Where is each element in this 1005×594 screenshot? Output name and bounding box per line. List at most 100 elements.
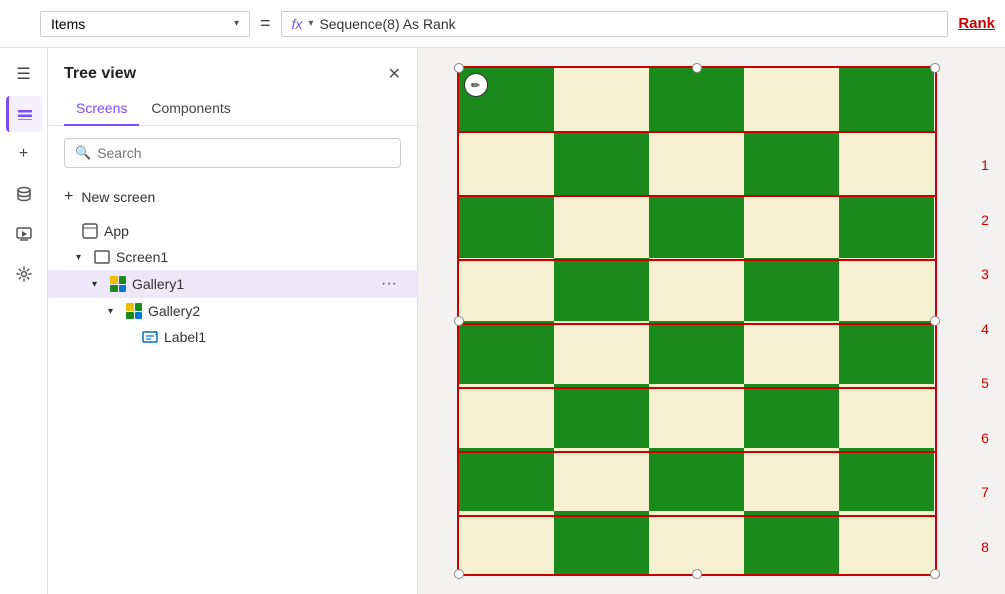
data-button[interactable] xyxy=(6,176,42,212)
cell-r8c1 xyxy=(459,511,554,574)
app-icon xyxy=(82,223,98,239)
tree-item-screen1[interactable]: ▾ Screen1 xyxy=(48,244,417,270)
handle-bottom-right[interactable] xyxy=(930,569,940,579)
cell-r4c3 xyxy=(649,258,744,321)
cell-r3c4 xyxy=(744,195,839,258)
row-divider-3 xyxy=(459,259,935,261)
media-button[interactable] xyxy=(6,216,42,252)
close-button[interactable]: ✕ xyxy=(388,64,401,84)
new-screen-button[interactable]: + New screen xyxy=(48,180,417,214)
cell-r5c4 xyxy=(744,321,839,384)
handle-bottom-center[interactable] xyxy=(692,569,702,579)
checker-board[interactable]: ✏ xyxy=(457,66,937,576)
cell-r6c3 xyxy=(649,384,744,447)
cell-r3c1 xyxy=(459,195,554,258)
handle-top-center[interactable] xyxy=(692,63,702,73)
row-divider-1 xyxy=(459,131,935,133)
cell-r6c1 xyxy=(459,384,554,447)
cell-r3c5 xyxy=(839,195,934,258)
handle-top-left[interactable] xyxy=(454,63,464,73)
add-button[interactable]: + xyxy=(6,136,42,172)
screen-icon xyxy=(94,250,110,264)
cell-r7c3 xyxy=(649,448,744,511)
cell-r5c3 xyxy=(649,321,744,384)
rank-6: 6 xyxy=(981,430,989,446)
cell-r2c1 xyxy=(459,131,554,194)
menu-button[interactable]: ☰ xyxy=(6,56,42,92)
new-screen-label: New screen xyxy=(81,189,155,205)
row-divider-7 xyxy=(459,515,935,517)
layers-button[interactable] xyxy=(6,96,42,132)
tree-item-app[interactable]: App xyxy=(48,218,417,244)
cell-r1c5 xyxy=(839,68,934,131)
row-divider-2 xyxy=(459,195,935,197)
checker-grid xyxy=(459,68,935,574)
cell-r1c2 xyxy=(554,68,649,131)
cell-r8c3 xyxy=(649,511,744,574)
cell-r1c4 xyxy=(744,68,839,131)
row-divider-5 xyxy=(459,387,935,389)
search-box[interactable]: 🔍 xyxy=(64,138,401,168)
edit-icon[interactable]: ✏ xyxy=(464,73,488,97)
rank-4: 4 xyxy=(981,321,989,337)
gallery1-icon xyxy=(110,276,126,292)
rank-8: 8 xyxy=(981,539,989,555)
top-bar: Items ▾ = fx ▾ Sequence(8) As Rank Rank xyxy=(0,0,1005,48)
tree-header: Tree view ✕ xyxy=(48,48,417,92)
gallery1-more-button[interactable]: ··· xyxy=(377,275,401,293)
cell-r2c5 xyxy=(839,131,934,194)
cell-r3c3 xyxy=(649,195,744,258)
cell-r7c4 xyxy=(744,448,839,511)
search-input[interactable] xyxy=(97,145,390,161)
tab-screens[interactable]: Screens xyxy=(64,92,139,126)
rank-7: 7 xyxy=(981,484,989,500)
cell-r1c3 xyxy=(649,68,744,131)
cell-r6c5 xyxy=(839,384,934,447)
handle-bottom-left[interactable] xyxy=(454,569,464,579)
cell-r8c4 xyxy=(744,511,839,574)
chevron-down-icon: ▾ xyxy=(234,18,239,29)
cell-r8c2 xyxy=(554,511,649,574)
handle-mid-left[interactable] xyxy=(454,316,464,326)
checker-container: ✏ xyxy=(457,66,937,576)
cell-r8c5 xyxy=(839,511,934,574)
cell-r4c2 xyxy=(554,258,649,321)
tab-components[interactable]: Components xyxy=(139,92,242,126)
cell-r5c5 xyxy=(839,321,934,384)
cell-r2c4 xyxy=(744,131,839,194)
tree-item-gallery2[interactable]: ▾ Gallery2 xyxy=(48,298,417,324)
rank-1: 1 xyxy=(981,157,989,173)
fx-chevron-icon: ▾ xyxy=(308,18,313,29)
main-layout: ☰ + Tree view ✕ Screens Components xyxy=(0,48,1005,594)
tree-item-gallery1[interactable]: ▾ Gallery1 ··· xyxy=(48,270,417,298)
rank-numbers: 1 2 3 4 5 6 7 8 xyxy=(971,48,999,594)
cell-r5c1 xyxy=(459,321,554,384)
cell-r2c3 xyxy=(649,131,744,194)
plus-icon: + xyxy=(64,188,73,206)
cell-r5c2 xyxy=(554,321,649,384)
tree-panel: Tree view ✕ Screens Components 🔍 + New s… xyxy=(48,48,418,594)
handle-mid-right[interactable] xyxy=(930,316,940,326)
tree-title: Tree view xyxy=(64,65,136,83)
icon-sidebar: ☰ + xyxy=(0,48,48,594)
cell-r2c2 xyxy=(554,131,649,194)
tree-item-label1[interactable]: Label1 xyxy=(48,324,417,350)
equals-icon: = xyxy=(260,13,271,34)
rank-3: 3 xyxy=(981,266,989,282)
cell-r6c4 xyxy=(744,384,839,447)
items-dropdown[interactable]: Items ▾ xyxy=(40,11,250,37)
cell-r7c2 xyxy=(554,448,649,511)
formula-text: Sequence(8) As Rank xyxy=(319,16,455,32)
items-label: Items xyxy=(51,16,228,32)
row-divider-6 xyxy=(459,451,935,453)
gallery2-icon xyxy=(126,303,142,319)
tools-button[interactable] xyxy=(6,256,42,292)
app-label: App xyxy=(104,223,401,239)
rank-heading: Rank xyxy=(948,15,995,32)
cell-r4c1 xyxy=(459,258,554,321)
formula-bar[interactable]: fx ▾ Sequence(8) As Rank xyxy=(281,11,949,37)
fx-icon: fx xyxy=(292,16,303,32)
handle-top-right[interactable] xyxy=(930,63,940,73)
screen1-label: Screen1 xyxy=(116,249,401,265)
gallery2-label: Gallery2 xyxy=(148,303,401,319)
